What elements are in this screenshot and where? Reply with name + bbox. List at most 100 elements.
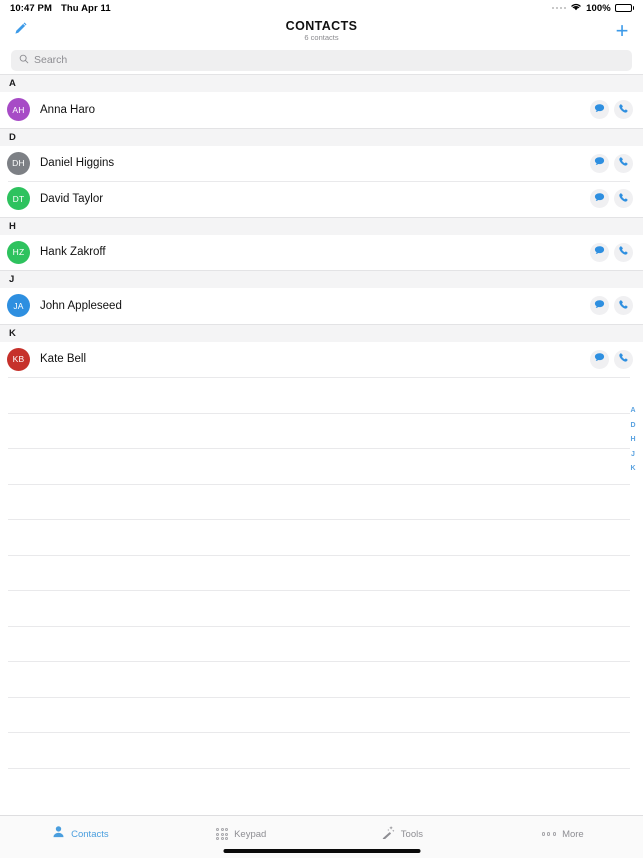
contact-row[interactable]: KB Kate Bell [0, 341, 643, 377]
empty-list-row [0, 483, 643, 519]
avatar: JA [7, 294, 30, 318]
empty-list-row [0, 661, 643, 697]
index-letter-J[interactable]: J [627, 448, 639, 463]
status-bar-left: 10:47 PM Thu Apr 11 [10, 3, 111, 14]
call-button[interactable] [614, 242, 633, 262]
ellipsis-icon [541, 832, 557, 836]
avatar: AH [7, 98, 30, 122]
contact-count-label: 6 contacts [304, 32, 339, 42]
tab-keypad-label: Keypad [234, 828, 267, 840]
message-button[interactable] [590, 296, 609, 316]
tab-bar: Contacts Keypad Tools More [0, 815, 643, 858]
add-contact-button[interactable]: + [609, 16, 635, 46]
contact-name: Anna Haro [40, 103, 95, 116]
contact-row[interactable]: DH Daniel Higgins [0, 145, 643, 181]
contact-name: John Appleseed [40, 299, 122, 312]
tab-more-label: More [562, 828, 584, 840]
message-bubble-icon [594, 243, 605, 261]
call-button[interactable] [614, 349, 633, 369]
tab-tools-label: Tools [400, 828, 423, 840]
contact-row-actions [590, 100, 633, 120]
person-icon [52, 825, 65, 843]
empty-list-row [0, 377, 643, 413]
call-button[interactable] [614, 153, 633, 173]
index-letter-A[interactable]: A [627, 404, 639, 419]
search-icon [19, 51, 29, 69]
contact-row-actions [590, 242, 633, 262]
contact-row[interactable]: AH Anna Haro [0, 92, 643, 128]
status-bar-right: 100% [551, 2, 634, 14]
phone-icon [618, 154, 629, 172]
contacts-app-window: 10:47 PM Thu Apr 11 100% CONTACTS 6 cont… [0, 0, 643, 858]
tab-more[interactable]: More [482, 819, 643, 849]
section-header-D: D [0, 127, 643, 146]
call-button[interactable] [614, 296, 633, 316]
wifi-icon [570, 2, 582, 14]
empty-list-row [0, 732, 643, 768]
phone-icon [618, 190, 629, 208]
alphabet-index[interactable]: ADHJK [627, 404, 639, 477]
contact-name: Hank Zakroff [40, 246, 106, 259]
contact-row[interactable]: DT David Taylor [0, 181, 643, 217]
contact-name: David Taylor [40, 192, 104, 205]
message-button[interactable] [590, 242, 609, 262]
tab-contacts[interactable]: Contacts [0, 819, 161, 849]
contact-row[interactable]: HZ Hank Zakroff [0, 234, 643, 270]
index-letter-H[interactable]: H [627, 433, 639, 448]
message-button[interactable] [590, 100, 609, 120]
empty-list-row [0, 448, 643, 484]
message-button[interactable] [590, 189, 609, 209]
contact-row-actions [590, 296, 633, 316]
battery-percent-label: 100% [586, 2, 611, 14]
empty-list-row [0, 412, 643, 448]
empty-list-row [0, 554, 643, 590]
battery-full-icon [614, 3, 634, 13]
message-bubble-icon [594, 101, 605, 119]
avatar: DT [7, 187, 30, 211]
empty-list-row [0, 696, 643, 732]
edit-button[interactable] [8, 16, 32, 46]
phone-icon [618, 297, 629, 315]
message-bubble-icon [594, 190, 605, 208]
section-header-H: H [0, 216, 643, 235]
plus-icon: + [615, 17, 629, 43]
navigation-bar: CONTACTS 6 contacts + [0, 16, 643, 46]
phone-icon [618, 101, 629, 119]
message-bubble-icon [594, 350, 605, 368]
tab-tools[interactable]: Tools [322, 819, 483, 849]
pencil-icon [13, 21, 28, 41]
phone-icon [618, 243, 629, 261]
empty-list-row [0, 767, 643, 803]
page-title: CONTACTS [285, 18, 358, 33]
search-placeholder: Search [34, 54, 68, 66]
contact-name: Daniel Higgins [40, 157, 115, 170]
avatar-initials: KB [12, 354, 25, 365]
index-letter-K[interactable]: K [627, 462, 639, 477]
nav-title-block: CONTACTS 6 contacts [285, 18, 358, 43]
call-button[interactable] [614, 189, 633, 209]
magic-wand-icon [381, 825, 395, 844]
contacts-list-body: A AH Anna Haro D DH Daniel Higgins DT David Tay… [0, 74, 643, 803]
message-button[interactable] [590, 153, 609, 173]
message-button[interactable] [590, 349, 609, 369]
signal-dots-icon [551, 6, 567, 10]
section-header-A: A [0, 74, 643, 92]
contact-name: Kate Bell [40, 353, 87, 366]
avatar-initials: JA [13, 300, 24, 311]
contact-row-actions [590, 349, 633, 369]
tab-keypad[interactable]: Keypad [161, 819, 322, 849]
avatar: HZ [7, 240, 30, 264]
contact-row[interactable]: JA John Appleseed [0, 288, 643, 324]
contact-row-actions [590, 153, 633, 173]
search-input[interactable]: Search [11, 49, 632, 71]
empty-list-row [0, 590, 643, 626]
contact-row-actions [590, 189, 633, 209]
contacts-list[interactable]: A AH Anna Haro D DH Daniel Higgins DT David Tay… [0, 74, 643, 815]
empty-list-row [0, 519, 643, 555]
section-header-J: J [0, 270, 643, 288]
status-bar: 10:47 PM Thu Apr 11 100% [0, 0, 643, 16]
message-bubble-icon [594, 154, 605, 172]
call-button[interactable] [614, 100, 633, 120]
index-letter-D[interactable]: D [627, 419, 639, 434]
status-date: Thu Apr 11 [61, 2, 111, 14]
